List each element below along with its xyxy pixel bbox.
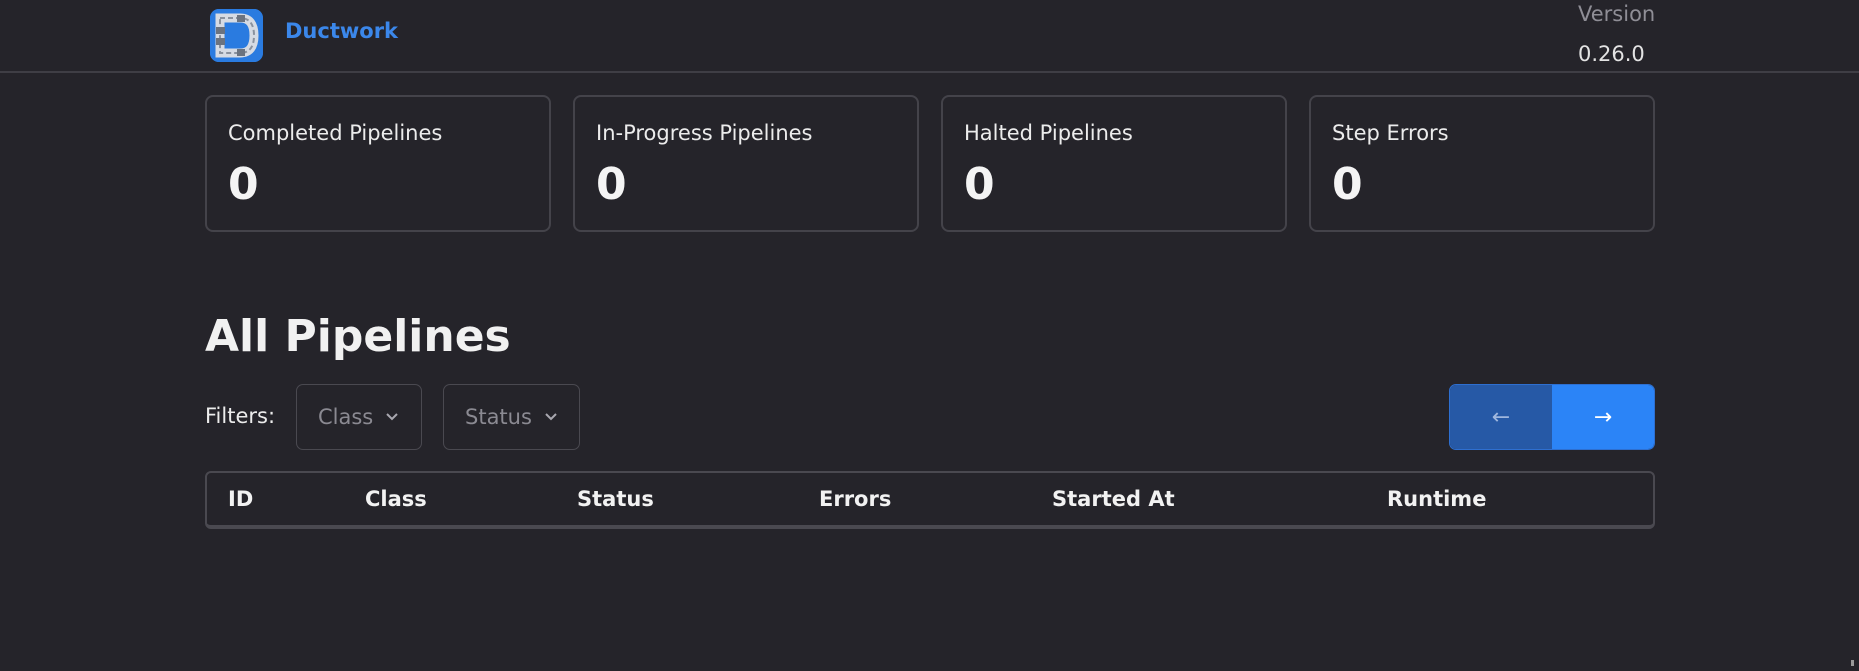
class-filter-label: Class: [318, 405, 374, 429]
chevron-down-icon: [386, 413, 398, 421]
pagination: ← →: [1449, 384, 1655, 450]
app-header: Ductwork Version 0.26.0: [0, 0, 1859, 73]
class-filter-select[interactable]: Class: [296, 384, 422, 450]
column-header-class[interactable]: Class: [365, 487, 427, 511]
stat-card-halted: Halted Pipelines 0: [941, 95, 1287, 232]
column-header-runtime[interactable]: Runtime: [1387, 487, 1486, 511]
stat-label: Step Errors: [1332, 121, 1449, 145]
status-filter-label: Status: [465, 405, 532, 429]
brand-name[interactable]: Ductwork: [285, 19, 398, 43]
stat-value: 0: [1332, 159, 1363, 210]
column-header-errors[interactable]: Errors: [819, 487, 891, 511]
stat-card-step-errors: Step Errors 0: [1309, 95, 1655, 232]
column-header-status[interactable]: Status: [577, 487, 654, 511]
resize-handle: [1851, 660, 1854, 666]
filters-label: Filters:: [205, 404, 276, 428]
chevron-down-icon: [545, 413, 557, 421]
stat-label: Completed Pipelines: [228, 121, 443, 145]
page-title: All Pipelines: [205, 311, 511, 362]
version-value: 0.26.0: [1578, 42, 1645, 66]
previous-page-button[interactable]: ←: [1450, 385, 1552, 449]
ductwork-d-logo-icon[interactable]: [210, 9, 263, 62]
stat-value: 0: [964, 159, 995, 210]
status-filter-select[interactable]: Status: [443, 384, 580, 450]
pipelines-table: ID Class Status Errors Started At Runtim…: [205, 471, 1655, 529]
column-header-id[interactable]: ID: [228, 487, 253, 511]
next-page-button[interactable]: →: [1552, 385, 1654, 449]
stat-card-completed: Completed Pipelines 0: [205, 95, 551, 232]
column-header-started-at[interactable]: Started At: [1052, 487, 1175, 511]
stat-value: 0: [228, 159, 259, 210]
stat-label: Halted Pipelines: [964, 121, 1133, 145]
stat-value: 0: [596, 159, 627, 210]
stat-label: In-Progress Pipelines: [596, 121, 813, 145]
stat-card-in-progress: In-Progress Pipelines 0: [573, 95, 919, 232]
version-label: Version: [1578, 2, 1656, 26]
